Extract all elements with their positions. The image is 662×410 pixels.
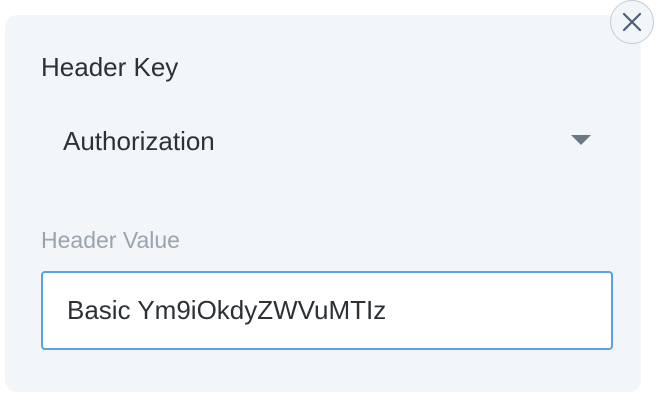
header-editor-panel: Header Key Authorization Header Value xyxy=(5,15,641,392)
header-value-label: Header Value xyxy=(41,227,180,253)
header-key-selected-value: Authorization xyxy=(63,126,215,156)
close-button[interactable] xyxy=(610,0,654,44)
caret-down-icon xyxy=(571,135,591,145)
header-value-input[interactable] xyxy=(41,271,613,350)
header-key-label: Header Key xyxy=(41,52,179,82)
close-icon xyxy=(621,11,643,33)
header-key-select[interactable]: Authorization xyxy=(41,111,613,171)
